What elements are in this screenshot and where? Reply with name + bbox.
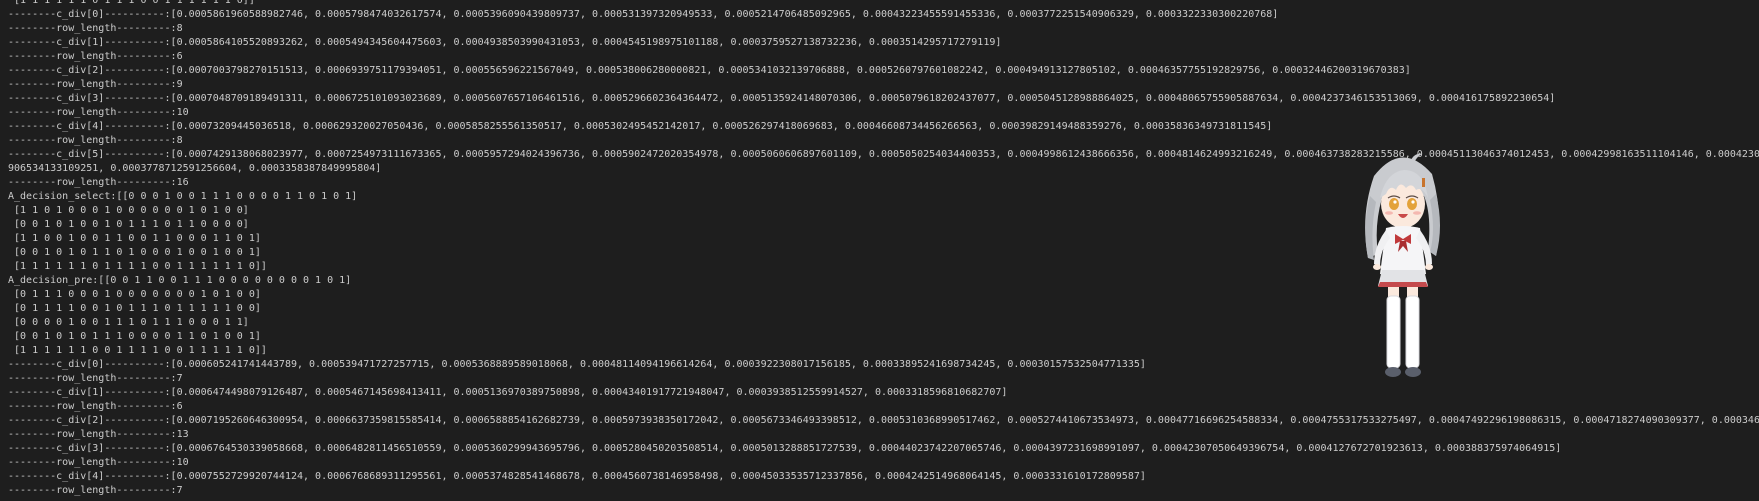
log-line: --------c_div[0]----------:[0.0005861960… bbox=[8, 9, 1279, 20]
log-line: [0 0 1 0 1 0 1 1 0 1 0 0 0 1 0 0 1 0 0 1… bbox=[8, 247, 261, 258]
log-line: --------row_length---------:10 bbox=[8, 107, 189, 118]
log-line: --------c_div[5]----------:[0.0007429138… bbox=[8, 149, 1759, 160]
log-line: --------row_length---------:13 bbox=[8, 429, 189, 440]
log-line: [0 0 1 0 1 0 1 1 1 0 0 0 0 1 1 0 1 0 0 1… bbox=[8, 331, 261, 342]
log-text-area: [1 1 1 1 1 1 0 1 1 1 0 0 1 1 1 1 1 1 0]]… bbox=[8, 0, 1759, 498]
log-line: --------row_length---------:8 bbox=[8, 135, 183, 146]
log-line: --------row_length---------:10 bbox=[8, 457, 189, 468]
log-line: --------row_length---------:8 bbox=[8, 23, 183, 34]
log-line: --------c_div[3]----------:[0.0006764530… bbox=[8, 443, 1562, 454]
log-line: [1 1 1 1 1 1 0 1 1 1 1 0 0 1 1 1 1 1 1 0… bbox=[8, 261, 267, 272]
log-line: [0 0 0 0 1 0 0 1 1 1 0 1 1 1 0 0 0 1 1] bbox=[8, 317, 249, 328]
terminal-output-panel[interactable]: [1 1 1 1 1 1 0 1 1 1 0 0 1 1 1 1 1 1 0]]… bbox=[0, 0, 1759, 501]
log-line: --------c_div[4]----------:[0.0007320944… bbox=[8, 121, 1273, 132]
log-line: --------c_div[1]----------:[0.0005864105… bbox=[8, 37, 1002, 48]
log-line: --------c_div[2]----------:[0.0007003798… bbox=[8, 65, 1411, 76]
log-line: --------c_div[4]----------:[0.0007552729… bbox=[8, 471, 1146, 482]
log-line: --------c_div[2]----------:[0.0007195260… bbox=[8, 415, 1759, 426]
log-line: [0 1 1 1 1 0 0 1 0 1 1 1 0 1 1 1 1 1 0 0… bbox=[8, 303, 261, 314]
log-line: 906534133109251, 0.0003778712591256604, … bbox=[8, 163, 382, 174]
log-line: --------row_length---------:6 bbox=[8, 51, 183, 62]
log-line: [0 0 1 0 1 0 0 1 0 1 1 1 0 1 1 0 0 0 0] bbox=[8, 219, 249, 230]
log-line: --------row_length---------:7 bbox=[8, 485, 183, 496]
log-line: [1 1 1 1 1 1 0 1 1 1 0 0 1 1 1 1 1 1 0]] bbox=[8, 0, 255, 6]
log-line: --------row_length---------:9 bbox=[8, 79, 183, 90]
log-line: [1 1 0 0 1 0 0 1 1 0 0 1 1 0 0 0 1 1 0 1… bbox=[8, 233, 261, 244]
log-line: --------c_div[3]----------:[0.0007048709… bbox=[8, 93, 1556, 104]
log-line: --------c_div[0]----------:[0.0006052417… bbox=[8, 359, 1146, 370]
log-line: [1 1 1 1 1 1 0 0 1 1 1 1 0 0 1 1 1 1 1 0… bbox=[8, 345, 267, 356]
anime-mascot-image bbox=[1365, 153, 1440, 377]
log-line: [1 1 0 1 0 0 0 1 0 0 0 0 0 0 1 0 1 0 0] bbox=[8, 205, 249, 216]
log-line: A_decision_select:[[0 0 0 1 0 0 1 1 1 0 … bbox=[8, 191, 358, 202]
log-line: --------row_length---------:6 bbox=[8, 401, 183, 412]
log-line: --------row_length---------:16 bbox=[8, 177, 189, 188]
log-line: --------c_div[1]----------:[0.0006474498… bbox=[8, 387, 1008, 398]
log-line: A_decision_pre:[[0 0 1 1 0 0 1 1 1 0 0 0… bbox=[8, 275, 352, 286]
log-line: [0 1 1 1 0 0 0 1 0 0 0 0 0 0 0 1 0 1 0 0… bbox=[8, 289, 261, 300]
log-line: --------row_length---------:7 bbox=[8, 373, 183, 384]
